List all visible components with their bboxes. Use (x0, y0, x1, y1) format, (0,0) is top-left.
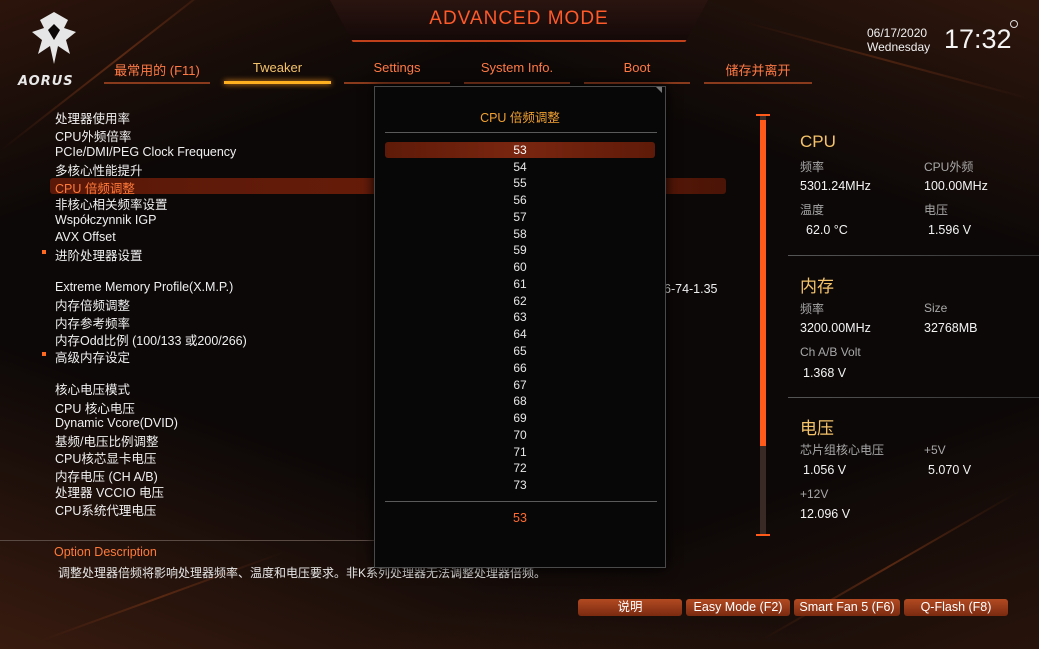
menu-item-dynamic-vcore[interactable]: Dynamic Vcore(DVID) (55, 416, 178, 430)
memory-freq-label: 频率 (800, 302, 825, 316)
popup-title: CPU 倍频调整 (480, 111, 560, 125)
popup-option[interactable]: 71 (385, 444, 655, 460)
popup-option[interactable]: 72 (385, 460, 655, 476)
cpu-temp-value: 62.0 °C (806, 223, 848, 237)
menu-item-avx-offset[interactable]: AVX Offset (55, 230, 116, 244)
smart-fan-button[interactable]: Smart Fan 5 (F6) (794, 599, 900, 616)
popup-option[interactable]: 55 (385, 175, 655, 191)
popup-option[interactable]: 67 (385, 377, 655, 393)
description-title: Option Description (54, 545, 157, 559)
popup-option[interactable]: 70 (385, 427, 655, 443)
tab-boot[interactable]: Boot (584, 60, 690, 84)
scrollbar-thumb[interactable] (760, 120, 766, 446)
popup-option[interactable]: 65 (385, 343, 655, 359)
weekday-text: Wednesday (867, 40, 931, 54)
easy-mode-button[interactable]: Easy Mode (F2) (686, 599, 790, 616)
popup-option[interactable]: 73 (385, 477, 655, 493)
memory-volt-label: Ch A/B Volt (800, 345, 861, 359)
scrollbar-cap-top (756, 114, 770, 116)
tab-tweaker[interactable]: Tweaker (224, 60, 331, 84)
cpu-bclk-label: CPU外频 (924, 160, 974, 174)
popup-option[interactable]: 53 (385, 142, 655, 158)
popup-corner-icon (656, 87, 662, 93)
tab-settings[interactable]: Settings (344, 60, 450, 84)
chipset-volt-label: 芯片组核心电压 (800, 443, 885, 457)
v12-label: +12V (800, 487, 829, 501)
memory-size-label: Size (924, 301, 948, 315)
menu-item-xmp[interactable]: Extreme Memory Profile(X.M.P.) (55, 280, 233, 294)
submenu-bullet-icon (42, 352, 46, 356)
menu-item-cpu-bclk-ratio[interactable]: CPU外频倍率 (55, 126, 131, 145)
chipset-volt-value: 1.056 V (803, 463, 847, 477)
submenu-bullet-icon (42, 250, 46, 254)
cpu-freq-value: 5301.24MHz (800, 179, 871, 193)
popup-current-value[interactable]: 53 (375, 511, 665, 525)
popup-divider (385, 501, 657, 502)
cpu-bclk-value: 100.00MHz (924, 179, 988, 193)
cpu-volt-value: 1.596 V (928, 223, 972, 237)
menu-item-sa-voltage[interactable]: CPU系统代理电压 (55, 500, 156, 519)
memory-freq-value: 3200.00MHz (800, 321, 871, 335)
popup-option[interactable]: 54 (385, 159, 655, 175)
v5-label: +5V (924, 443, 946, 457)
popup-option[interactable]: 57 (385, 209, 655, 225)
memory-volt-value: 1.368 V (803, 366, 847, 380)
menu-item-advanced-cpu-settings[interactable]: 进阶处理器设置 (42, 245, 143, 264)
memory-heading: 内存 (800, 277, 834, 296)
menu-item-uncore-frequency[interactable]: 非核心相关频率设置 (55, 194, 168, 213)
clock-indicator-icon (1010, 20, 1018, 28)
page-title: ADVANCED MODE (429, 8, 609, 29)
description-divider (0, 540, 374, 541)
description-text: 调整处理器倍频将影响处理器频率、温度和电压要求。非K系列处理器无法调整处理器倍频… (58, 566, 547, 580)
v5-value: 5.070 V (928, 463, 972, 477)
memory-size-value: 32768MB (924, 321, 978, 335)
menu-item-cpu-usage[interactable]: 处理器使用率 (55, 108, 130, 127)
cpu-freq-label: 频率 (800, 160, 825, 174)
menu-item-multicore-enhancement[interactable]: 多核心性能提升 (55, 160, 143, 179)
cpu-temp-label: 温度 (800, 203, 825, 217)
cpu-ratio-popup: CPU 倍频调整 53 54 55 56 57 58 59 60 61 62 6… (374, 86, 666, 568)
tab-system-info[interactable]: System Info. (464, 60, 570, 84)
popup-option[interactable]: 69 (385, 410, 655, 426)
divider (788, 397, 1039, 398)
scrollbar-cap-bottom (756, 534, 770, 536)
menu-item-memory-multiplier[interactable]: 内存倍频调整 (55, 295, 130, 314)
time-display: 17:32 (944, 24, 1012, 54)
menu-item-igp-ratio[interactable]: Współczynnik IGP (55, 213, 156, 227)
popup-divider (385, 132, 657, 133)
popup-option[interactable]: 62 (385, 293, 655, 309)
popup-option[interactable]: 59 (385, 242, 655, 258)
date-text: 06/17/2020 (867, 26, 928, 40)
menu-item-vcore-mode[interactable]: 核心电压模式 (55, 379, 130, 398)
menu-item-pcie-clock[interactable]: PCIe/DMI/PEG Clock Frequency (55, 145, 236, 159)
divider (788, 255, 1039, 256)
popup-option[interactable]: 56 (385, 192, 655, 208)
cpu-volt-label: 电压 (924, 203, 949, 217)
date-display: 06/17/2020 Wednesday (867, 26, 930, 54)
main-tabs: 最常用的 (F11) Tweaker Settings System Info.… (0, 60, 1039, 88)
tab-favorites[interactable]: 最常用的 (F11) (104, 60, 210, 84)
popup-option[interactable]: 63 (385, 309, 655, 325)
voltage-heading: 电压 (800, 419, 834, 438)
cpu-heading: CPU (800, 132, 836, 151)
menu-item-igpu-voltage[interactable]: CPU核芯显卡电压 (55, 448, 156, 467)
xmp-value[interactable]: 6-74-1.35 (664, 282, 718, 296)
popup-option[interactable]: 58 (385, 226, 655, 242)
popup-option[interactable]: 68 (385, 393, 655, 409)
menu-item-advanced-memory-settings[interactable]: 高级内存设定 (42, 347, 130, 366)
popup-option[interactable]: 66 (385, 360, 655, 376)
popup-option[interactable]: 60 (385, 259, 655, 275)
menu-item-vccio-voltage[interactable]: 处理器 VCCIO 电压 (55, 482, 164, 501)
qflash-button[interactable]: Q-Flash (F8) (904, 599, 1008, 616)
help-button[interactable]: 说明 (578, 599, 682, 616)
tab-save-exit[interactable]: 储存并离开 (704, 60, 812, 84)
popup-option[interactable]: 61 (385, 276, 655, 292)
popup-option[interactable]: 64 (385, 326, 655, 342)
menu-item-cpu-vcore[interactable]: CPU 核心电压 (55, 398, 135, 417)
v12-value: 12.096 V (800, 507, 851, 521)
